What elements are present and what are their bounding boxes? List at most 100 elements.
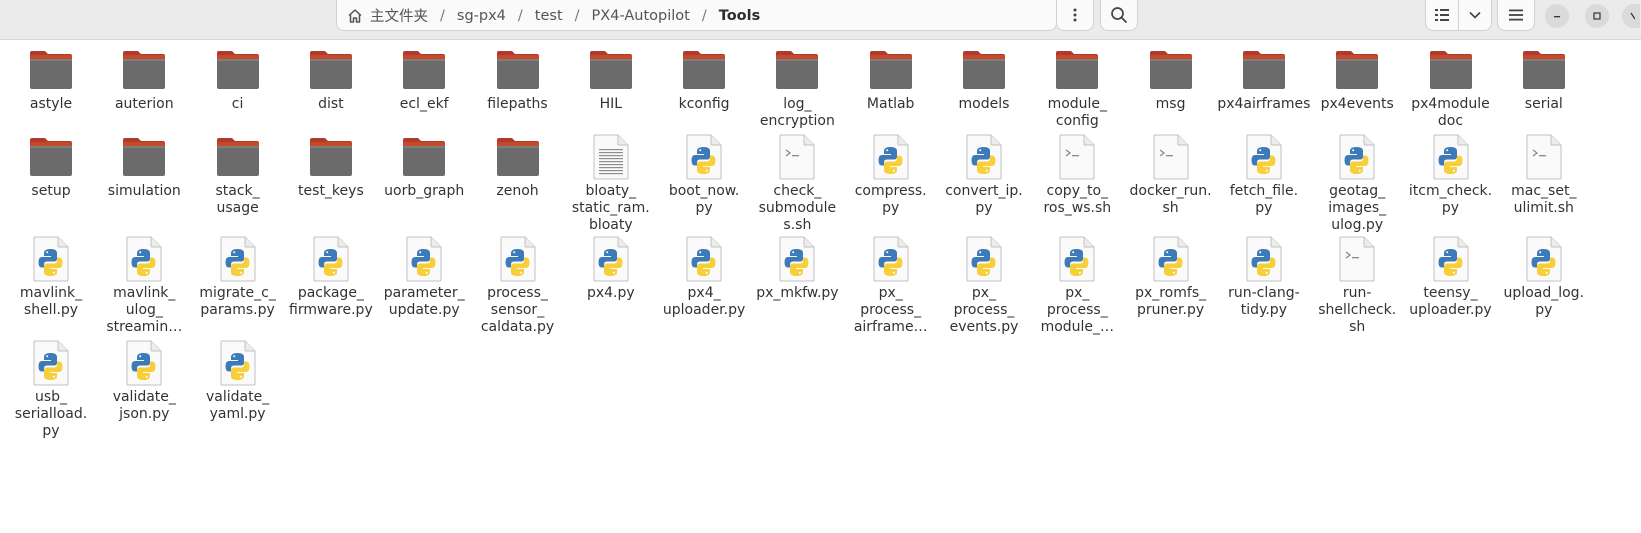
folder-item[interactable]: setup [3,133,99,200]
folder-item[interactable]: dist [283,46,379,113]
path-menu-button[interactable] [1056,0,1094,31]
file-item[interactable]: parameter_ update.py [376,235,472,319]
item-label: boot_now. py [668,183,740,216]
item-label: zenoh [496,183,539,199]
folder-item[interactable]: simulation [96,133,192,200]
file-item[interactable]: px4.py [563,235,659,302]
search-button[interactable] [1100,0,1138,31]
breadcrumb-item[interactable]: test [535,8,563,24]
file-item[interactable]: px_mkfw.py [749,235,845,302]
folder-item[interactable]: ci [190,46,286,113]
folder-item[interactable]: zenoh [470,133,566,200]
breadcrumb-item[interactable]: 主文件夹 [370,5,428,26]
file-item[interactable]: check_ submodule s.sh [749,133,845,234]
maximize-button[interactable] [1585,4,1609,28]
folder-item[interactable]: stack_ usage [190,133,286,217]
file-item[interactable]: fetch_file. py [1216,133,1312,217]
folder-item[interactable]: Matlab [843,46,939,113]
list-view-button[interactable] [1426,0,1459,30]
file-item[interactable]: copy_to_ ros_ws.sh [1029,133,1125,217]
folder-icon [120,46,168,94]
file-item[interactable]: bloaty_ static_ram. bloaty [563,133,659,234]
breadcrumb-item[interactable]: sg-px4 [457,8,506,24]
item-label: px_romfs_ pruner.py [1135,285,1207,318]
item-label: stack_ usage [215,183,260,216]
python-file-icon [214,235,262,283]
item-label: mavlink_ shell.py [19,285,83,318]
folder-item[interactable]: filepaths [470,46,566,113]
folder-item[interactable]: kconfig [656,46,752,113]
file-item[interactable]: mavlink_ shell.py [3,235,99,319]
file-item[interactable]: teensy_ uploader.py [1403,235,1499,319]
file-item[interactable]: validate_ json.py [96,339,192,423]
file-item[interactable]: mavlink_ ulog_ streamin… [96,235,192,336]
folder-item[interactable]: uorb_graph [376,133,472,200]
python-file-icon [120,235,168,283]
folder-icon [214,46,262,94]
item-label: px4module doc [1411,96,1490,129]
close-button[interactable] [1622,4,1640,28]
minimize-button[interactable] [1545,4,1569,28]
item-label: ci [231,96,244,112]
item-label: copy_to_ ros_ws.sh [1043,183,1112,216]
file-item[interactable]: process_ sensor_ caldata.py [470,235,566,336]
folder-item[interactable]: test_keys [283,133,379,200]
item-label: convert_ip. py [945,183,1023,216]
file-item[interactable]: upload_log. py [1496,235,1592,319]
folder-item[interactable]: px4module doc [1403,46,1499,130]
folder-item[interactable]: models [936,46,1032,113]
folder-item[interactable]: serial [1496,46,1592,113]
path-bar[interactable]: 主文件夹 / sg-px4 / test / PX4-Autopilot / Tools [336,0,1057,31]
main-menu-button[interactable] [1497,0,1535,31]
folder-item[interactable]: auterion [96,46,192,113]
file-item[interactable]: compress. py [843,133,939,217]
python-file-icon [773,235,821,283]
item-label: astyle [29,96,73,112]
file-item[interactable]: px_ process_ events.py [936,235,1032,336]
file-item[interactable]: run-clang- tidy.py [1216,235,1312,319]
folder-item[interactable]: msg [1123,46,1219,113]
file-item[interactable]: px_ process_ airframe… [843,235,939,336]
file-item[interactable]: px4_ uploader.py [656,235,752,319]
item-label: module_ config [1047,96,1108,129]
file-item[interactable]: px_romfs_ pruner.py [1123,235,1219,319]
file-item[interactable]: package_ firmware.py [283,235,379,319]
item-label: process_ sensor_ caldata.py [480,285,555,335]
folder-icon [120,133,168,181]
folder-item[interactable]: ecl_ekf [376,46,472,113]
file-item[interactable]: geotag_ images_ ulog.py [1309,133,1405,234]
file-item[interactable]: itcm_check. py [1403,133,1499,217]
folder-icon [307,46,355,94]
folder-item[interactable]: astyle [3,46,99,113]
breadcrumb-item[interactable]: PX4-Autopilot [592,8,690,24]
file-item[interactable]: px_ process_ module_… [1029,235,1125,336]
folder-icon [960,46,1008,94]
item-label: fetch_file. py [1229,183,1299,216]
file-item[interactable]: boot_now. py [656,133,752,217]
file-item[interactable]: validate_ yaml.py [190,339,286,423]
folder-item[interactable]: px4events [1309,46,1405,113]
home-icon[interactable] [347,7,365,25]
view-options-button[interactable] [1459,0,1491,30]
file-item[interactable]: docker_run. sh [1123,133,1219,217]
file-item[interactable]: migrate_c_ params.py [190,235,286,319]
breadcrumb-separator: / [517,7,523,24]
folder-icon [1147,46,1195,94]
folder-item[interactable]: HIL [563,46,659,113]
file-item[interactable]: run- shellcheck. sh [1309,235,1405,336]
item-label: px4_ uploader.py [662,285,746,318]
file-item[interactable]: convert_ip. py [936,133,1032,217]
folder-item[interactable]: px4airframes [1216,46,1312,113]
folder-icon [494,46,542,94]
item-label: run- shellcheck. sh [1318,285,1397,335]
folder-item[interactable]: module_ config [1029,46,1125,130]
python-file-icon [400,235,448,283]
folder-item[interactable]: log_ encryption [749,46,845,130]
folder-icon [680,46,728,94]
file-item[interactable]: mac_set_ ulimit.sh [1496,133,1592,217]
item-label: models [958,96,1010,112]
item-label: uorb_graph [384,183,465,199]
item-label: docker_run. sh [1129,183,1212,216]
file-item[interactable]: usb_ serialload. py [3,339,99,440]
breadcrumb-item[interactable]: Tools [719,8,761,24]
